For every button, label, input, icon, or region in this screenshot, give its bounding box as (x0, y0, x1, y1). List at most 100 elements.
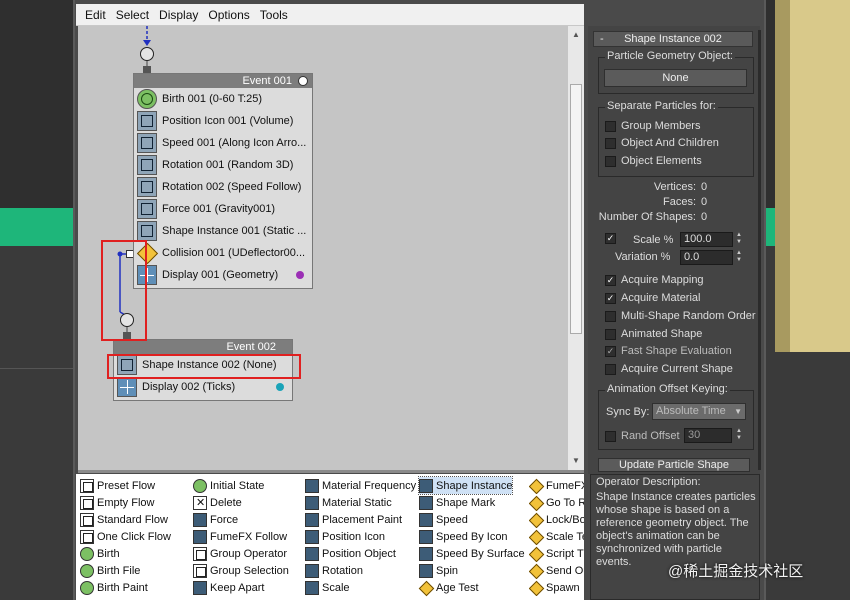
depot-item-delete[interactable]: Delete (193, 494, 242, 511)
depot-item-placement-paint[interactable]: Placement Paint (305, 511, 402, 528)
event-001-header[interactable]: Event 001 (134, 74, 312, 88)
depot-item-preset-flow[interactable]: Preset Flow (80, 477, 155, 494)
operator-icon (193, 478, 207, 493)
operator-speed[interactable]: Speed 001 (Along Icon Arro... (134, 132, 312, 154)
operator-force[interactable]: Force 001 (Gravity001) (134, 198, 312, 220)
acquire-mapping-label: Acquire Mapping (621, 274, 704, 286)
depot-item-label: Preset Flow (97, 479, 156, 492)
fast-shape-evaluation-checkbox[interactable]: ✓ (605, 345, 616, 357)
rand-offset-spinner-arrows-icon[interactable]: ▲ ▼ (734, 428, 744, 443)
rand-offset-spinner[interactable]: 30 (684, 428, 732, 443)
depot-item-material-frequency[interactable]: Material Frequency (305, 477, 416, 494)
depot-item-speed-by-surface[interactable]: Speed By Surface (419, 545, 525, 562)
scale-checkbox[interactable]: ✓ (605, 233, 616, 244)
group-members-option[interactable]: Group Members (605, 120, 700, 132)
depot-item-shape-mark[interactable]: Shape Mark (419, 494, 495, 511)
operator-icon (193, 580, 207, 595)
operator-icon (529, 479, 543, 493)
operator-icon (529, 547, 543, 561)
light-bulb-icon[interactable] (298, 76, 308, 86)
sync-by-dropdown[interactable]: Absolute Time ▼ (652, 403, 746, 420)
depot-item-one-click-flow[interactable]: One Click Flow (80, 528, 171, 545)
operator-shape-instance[interactable]: Shape Instance 001 (Static ... (134, 220, 312, 242)
panel-scrollbar[interactable] (758, 30, 761, 470)
acquire-material-checkbox[interactable]: ✓ (605, 292, 616, 304)
rand-offset-checkbox[interactable] (605, 430, 616, 442)
variation-spinner-arrows-icon[interactable]: ▲ ▼ (734, 250, 744, 265)
update-particle-shape-button[interactable]: Update Particle Shape (598, 458, 750, 472)
acquire-mapping-checkbox[interactable]: ✓ (605, 274, 616, 286)
annotation-operator-highlight (107, 354, 301, 379)
force-icon (137, 199, 157, 219)
depot-item-birth[interactable]: Birth (80, 545, 120, 562)
scale-spinner-arrows-icon[interactable]: ▲ ▼ (734, 232, 744, 247)
event-002-header[interactable]: Event 002 (114, 340, 292, 354)
depot-item-lock-bo[interactable]: Lock/Bo (529, 511, 584, 528)
depot-item-material-static[interactable]: Material Static (305, 494, 392, 511)
operator-icon (419, 546, 433, 561)
operator-display[interactable]: Display 001 (Geometry) (134, 264, 312, 286)
operator-collision[interactable]: Collision 001 (UDeflector00... (134, 242, 312, 264)
depot-item-fumefx-follow[interactable]: FumeFX Follow (193, 528, 287, 545)
depot-item-shape-instance[interactable]: Shape Instance (417, 476, 514, 495)
object-and-children-checkbox[interactable] (605, 137, 616, 149)
depot-item-scale-te[interactable]: Scale Te (529, 528, 584, 545)
variation-spinner[interactable]: 0.0 (680, 250, 733, 265)
operator-position-icon[interactable]: Position Icon 001 (Volume) (134, 110, 312, 132)
operator-label: Force 001 (Gravity001) (162, 203, 276, 215)
acquire-material-option[interactable]: ✓ Acquire Material (605, 292, 700, 304)
depot-item-standard-flow[interactable]: Standard Flow (80, 511, 168, 528)
depot-item-position-icon[interactable]: Position Icon (305, 528, 385, 545)
acquire-current-shape-option[interactable]: Acquire Current Shape (605, 363, 733, 375)
depot-item-group-selection[interactable]: Group Selection (193, 562, 289, 579)
acquire-current-shape-checkbox[interactable] (605, 363, 616, 375)
operator-icon (529, 530, 543, 544)
depot-item-scale[interactable]: Scale (305, 579, 350, 596)
depot-item-keep-apart[interactable]: Keep Apart (193, 579, 264, 596)
fast-shape-evaluation-option[interactable]: ✓ Fast Shape Evaluation (605, 345, 732, 357)
depot-item-speed-by-icon[interactable]: Speed By Icon (419, 528, 508, 545)
multi-shape-random-order-checkbox[interactable] (605, 310, 616, 322)
rollout-header[interactable]: - Shape Instance 002 (593, 31, 753, 47)
event1-input-node[interactable] (140, 47, 154, 61)
operator-birth[interactable]: Birth 001 (0-60 T:25) (134, 88, 312, 110)
operator-icon (193, 495, 207, 510)
object-elements-checkbox[interactable] (605, 155, 616, 167)
object-elements-option[interactable]: Object Elements (605, 155, 702, 167)
multi-shape-random-order-option[interactable]: Multi-Shape Random Order (605, 310, 756, 322)
acquire-mapping-option[interactable]: ✓ Acquire Mapping (605, 274, 704, 286)
operator-rotation-2[interactable]: Rotation 002 (Speed Follow) (134, 176, 312, 198)
display-color-dot[interactable] (296, 271, 304, 279)
depot-item-label: Group Operator (210, 547, 288, 560)
scale-option[interactable]: ✓ (605, 233, 621, 244)
depot-item-group-operator[interactable]: Group Operator (193, 545, 287, 562)
depot-item-age-test[interactable]: Age Test (419, 579, 479, 596)
depot-item-birth-file[interactable]: Birth File (80, 562, 140, 579)
event-001[interactable]: Event 001 Birth 001 (0-60 T:25) Position… (133, 73, 313, 289)
depot-item-force[interactable]: Force (193, 511, 238, 528)
depot-item-fumefx[interactable]: FumeFX (529, 477, 584, 494)
geometry-object-button[interactable]: None (604, 69, 747, 87)
scale-spinner[interactable]: 100.0 (680, 232, 733, 247)
depot-item-go-to-r[interactable]: Go To R (529, 494, 584, 511)
operator-icon (419, 512, 433, 527)
operator-display-002[interactable]: Display 002 (Ticks) (114, 376, 292, 398)
display-color-dot[interactable] (276, 383, 284, 391)
depot-item-send-ou[interactable]: Send Ou (529, 562, 584, 579)
object-and-children-option[interactable]: Object And Children (605, 137, 719, 149)
operator-rotation-1[interactable]: Rotation 001 (Random 3D) (134, 154, 312, 176)
depot-item-empty-flow[interactable]: Empty Flow (80, 494, 154, 511)
rand-offset-option[interactable]: Rand Offset (605, 430, 680, 442)
depot-item-spin[interactable]: Spin (419, 562, 458, 579)
depot-item-birth-paint[interactable]: Birth Paint (80, 579, 148, 596)
animated-shape-checkbox[interactable] (605, 328, 616, 340)
depot-item-script-t[interactable]: Script T (529, 545, 584, 562)
group-members-checkbox[interactable] (605, 120, 616, 132)
depot-item-spawn[interactable]: Spawn (529, 579, 584, 596)
operator-icon (419, 563, 433, 578)
depot-item-position-object[interactable]: Position Object (305, 545, 396, 562)
depot-item-initial-state[interactable]: Initial State (193, 477, 264, 494)
depot-item-speed[interactable]: Speed (419, 511, 468, 528)
animated-shape-option[interactable]: Animated Shape (605, 328, 702, 340)
depot-item-rotation[interactable]: Rotation (305, 562, 363, 579)
